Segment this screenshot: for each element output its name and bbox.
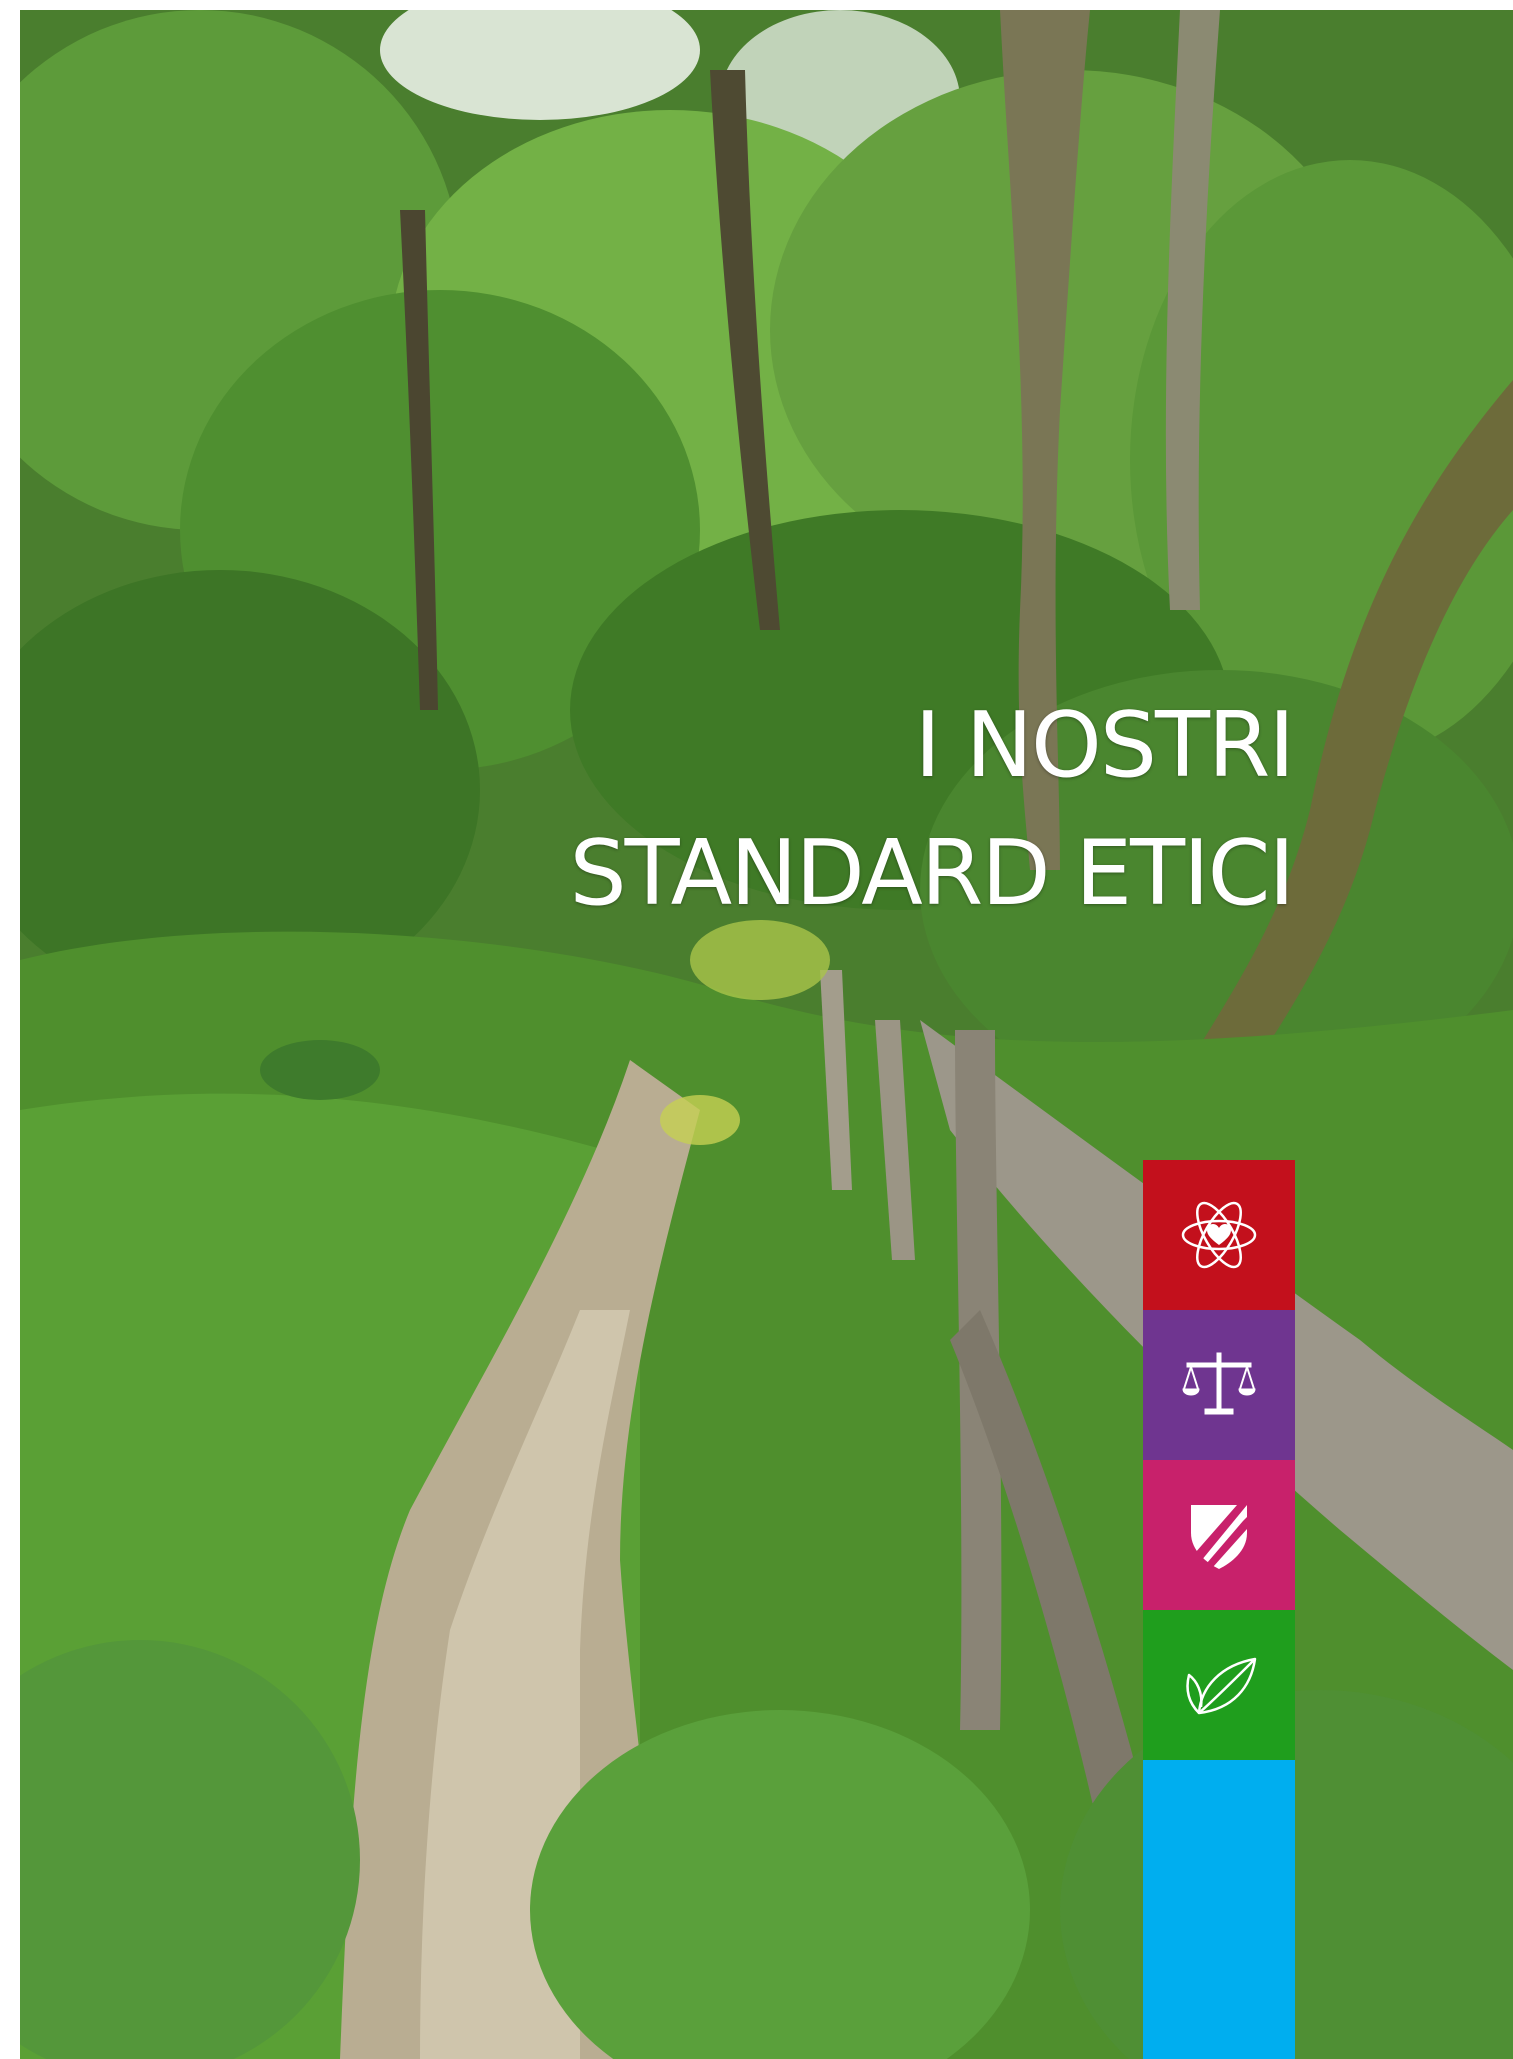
tile-environment[interactable] bbox=[1143, 1610, 1295, 1760]
tile-integrity[interactable] bbox=[1143, 1460, 1295, 1610]
leaf-icon bbox=[1186, 1657, 1257, 1715]
shield-icon bbox=[1191, 1505, 1247, 1569]
cover-page: I NOSTRI STANDARD ETICI bbox=[0, 0, 1513, 2059]
value-tiles bbox=[1143, 1160, 1295, 2059]
tile-justice[interactable] bbox=[1143, 1310, 1295, 1460]
tile-blue bbox=[1143, 1760, 1295, 2059]
balance-scale-icon bbox=[1182, 1352, 1256, 1415]
cover-title: I NOSTRI STANDARD ETICI bbox=[569, 682, 1295, 938]
atom-heart-icon bbox=[1181, 1201, 1257, 1269]
title-line-2: STANDARD ETICI bbox=[569, 821, 1295, 926]
tile-care[interactable] bbox=[1143, 1160, 1295, 1310]
title-line-1: I NOSTRI bbox=[914, 693, 1295, 798]
